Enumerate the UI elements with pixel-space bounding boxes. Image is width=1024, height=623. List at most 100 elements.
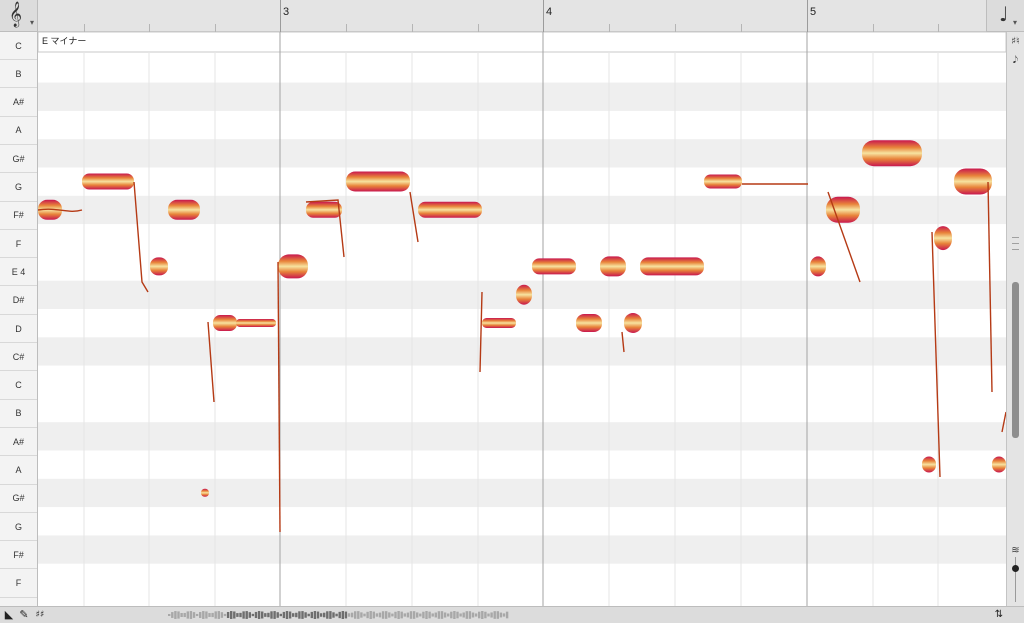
pitch-key[interactable]: G# [0, 485, 37, 513]
pitch-key[interactable]: D# [0, 287, 37, 315]
waveform-bar [350, 612, 354, 618]
waveform-bar [453, 611, 456, 619]
waveform-bar [301, 611, 304, 619]
pitch-key[interactable]: A# [0, 428, 37, 457]
pitch-key[interactable]: G [0, 513, 37, 542]
waveform-bar [465, 611, 468, 619]
zoom-icon[interactable]: ≋ [1009, 544, 1022, 557]
waveform-bar [363, 613, 366, 617]
note-blob [954, 168, 992, 195]
pitch-key[interactable]: E 4 [0, 258, 37, 287]
pitch-key[interactable]: A [0, 457, 37, 485]
waveform-bar [412, 611, 416, 619]
pitch-key[interactable]: D [0, 315, 37, 343]
clef-selector[interactable]: 𝄞 ▾ [0, 0, 38, 32]
note-blob [934, 226, 952, 251]
horizontal-scrollbar-waveform[interactable] [168, 610, 518, 620]
note-value-selector[interactable]: ♩ ▾ [986, 0, 1024, 32]
note-blob [201, 488, 209, 497]
scale-row [38, 32, 1006, 53]
waveform-bar [447, 613, 450, 617]
pitch-key[interactable]: F# [0, 202, 37, 230]
scale-tool-icon[interactable]: ♯♯ [33, 608, 47, 622]
waveform-bar [208, 613, 211, 617]
pitch-ruler[interactable]: CBA#AG#GF#FE 4D#DC#CBA#AG#GF#FE 3 [0, 32, 38, 606]
scroll-thumb[interactable] [1012, 282, 1019, 438]
note-editor-grid[interactable]: E マイナー [38, 32, 1006, 606]
bar-marker [543, 0, 544, 32]
waveform-bar [468, 611, 472, 619]
pitch-key[interactable]: B [0, 60, 37, 89]
bar-number: 5 [810, 6, 817, 18]
black-key-row [38, 478, 1006, 508]
pitch-key[interactable]: F [0, 230, 37, 259]
waveform-bar [357, 611, 360, 619]
pointer-tool-icon[interactable]: ◣ [2, 608, 16, 622]
waveform-bar [270, 611, 273, 619]
waveform-bar [217, 611, 220, 619]
scale-icon[interactable]: ♯♮ [1009, 35, 1022, 48]
note-blob [213, 315, 237, 331]
waveform-bar [493, 611, 496, 619]
waveform-bar [456, 611, 459, 619]
pitch-tool-icon[interactable]: ✎ [17, 608, 31, 622]
note-blob [418, 201, 482, 218]
waveform-bar [214, 611, 217, 619]
waveform-bar [385, 611, 388, 619]
waveform-bar [292, 613, 295, 617]
pitch-key[interactable]: F# [0, 541, 37, 570]
waveform-bar [223, 613, 227, 617]
waveform-bar [319, 613, 323, 617]
timeline-ruler[interactable]: 3 4 5 [38, 0, 986, 32]
waveform-bar [180, 612, 183, 618]
scale-label: E マイナー [42, 36, 87, 46]
bar-marker [807, 0, 808, 32]
pitch-key[interactable]: B [0, 400, 37, 428]
waveform-bar [360, 612, 363, 618]
waveform-bar [416, 612, 419, 618]
pitch-key[interactable]: C [0, 372, 37, 400]
waveform-bar [168, 614, 171, 616]
note-blob [306, 201, 342, 218]
waveform-bar [484, 611, 487, 619]
waveform-bar [400, 611, 403, 619]
pitch-key[interactable]: G [0, 174, 37, 202]
vertical-scrollbar[interactable]: ♯♮ 𝅘𝅥𝅮 ≋ [1006, 32, 1024, 606]
black-key-row [38, 535, 1006, 564]
note-blob [278, 254, 308, 279]
waveform-bar [344, 611, 348, 619]
pitch-key[interactable]: A# [0, 89, 37, 117]
pitch-key[interactable]: C# [0, 343, 37, 372]
zoom-slider-track[interactable] [1015, 557, 1016, 602]
zoom-slider-handle[interactable] [1012, 565, 1019, 572]
waveform-bar [276, 612, 279, 618]
waveform-bar [354, 611, 357, 619]
pitch-key[interactable]: C [0, 32, 37, 60]
waveform-bar [304, 612, 307, 618]
waveform-bar [230, 611, 233, 619]
waveform-bar [369, 611, 372, 619]
waveform-bar [307, 613, 310, 617]
pitch-key[interactable]: F [0, 570, 37, 598]
note-blob [482, 318, 516, 328]
waveform-bar [316, 611, 320, 619]
waveform-bar [481, 611, 484, 619]
note-blob [600, 256, 626, 277]
black-key-row [38, 337, 1006, 366]
note-blob [810, 256, 826, 277]
bar-number: 3 [283, 6, 290, 18]
waveform-bar [226, 611, 230, 619]
pitch-key[interactable]: E 3 [0, 598, 37, 606]
waveform-bar [434, 612, 437, 618]
pitch-key[interactable]: A [0, 117, 37, 145]
chevron-down-icon: ▾ [30, 18, 35, 27]
waveform-bar [295, 612, 298, 618]
waveform-bar [257, 611, 261, 619]
waveform-bar [397, 611, 400, 619]
bottom-toolbar: ◣ ✎ ♯♯ ⇅ [0, 606, 1024, 623]
fit-view-icon[interactable]: ⇅ [992, 608, 1006, 622]
pitch-key[interactable]: G# [0, 145, 37, 174]
note-blob [992, 456, 1006, 473]
blob-canvas[interactable] [38, 32, 1006, 606]
note-icon[interactable]: 𝅘𝅥𝅮 [1009, 54, 1022, 67]
